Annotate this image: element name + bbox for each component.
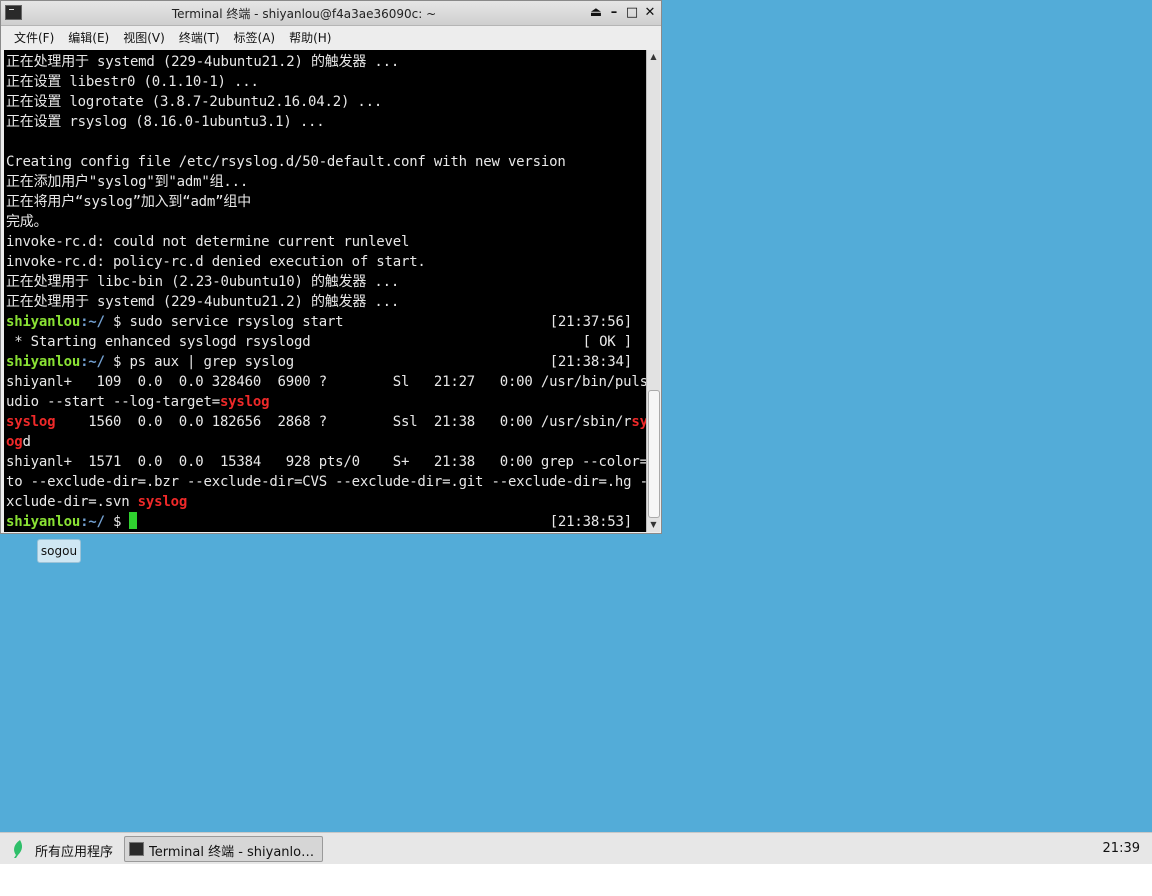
text-cursor — [129, 512, 138, 529]
prompt-dollar: $ — [104, 354, 130, 370]
taskbar-terminal-button[interactable]: Terminal 终端 - shiyanlou@f4a3ae36090c: ~ — [124, 836, 323, 862]
grep-match: syslog — [6, 414, 56, 430]
menu-terminal[interactable]: 终端(T) — [172, 29, 227, 46]
terminal-output[interactable]: 正在处理用于 systemd (229-4ubuntu21.2) 的触发器 ..… — [4, 50, 646, 532]
prompt-user: shiyanlou — [6, 354, 81, 370]
prompt-user: shiyanlou — [6, 314, 81, 330]
output-text: d — [22, 434, 31, 450]
taskbar: 所有应用程序 Terminal 终端 - shiyanlou@f4a3ae360… — [0, 832, 1152, 864]
terminal-line: udio --start --log-target=syslog — [6, 392, 270, 412]
leaf-icon[interactable] — [9, 839, 25, 859]
terminal-line: * Starting enhanced syslogd rsyslogd [ OK… — [6, 332, 640, 352]
terminal-line: invoke-rc.d: policy-rc.d denied executio… — [6, 254, 426, 270]
prompt-path: ~/ — [88, 314, 105, 330]
grep-match: syslog — [137, 494, 188, 510]
terminal-line: 正在设置 libestr0 (0.1.10-1) ... — [6, 74, 259, 90]
terminal-app-icon — [129, 842, 144, 856]
window-title: Terminal 终端 - shiyanlou@f4a3ae36090c: ~ — [171, 7, 437, 21]
prompt-dollar: $ — [104, 314, 130, 330]
terminal-line: 完成。 — [6, 214, 48, 230]
terminal-line: to --exclude-dir=.bzr --exclude-dir=CVS … — [6, 474, 646, 490]
prompt-timestamp: [21:38:53] — [549, 514, 632, 530]
terminal-line: Creating config file /etc/rsyslog.d/50-d… — [6, 154, 566, 170]
clock[interactable]: 21:39 — [1103, 841, 1140, 856]
terminal-line: syslog 1560 0.0 0.0 182656 2868 ? Ssl 21… — [6, 412, 646, 432]
terminal-line: 正在设置 logrotate (3.8.7-2ubuntu2.16.04.2) … — [6, 94, 383, 110]
output-text: 1560 0.0 0.0 182656 2868 ? Ssl 21:38 0:0… — [55, 414, 632, 430]
scroll-up-icon[interactable]: ▲ — [647, 50, 660, 64]
menu-tabs[interactable]: 标签(A) — [227, 29, 283, 46]
prompt-line: shiyanlou:~/ $ ps aux | grep syslog [21:3… — [6, 352, 640, 372]
applications-menu-button[interactable]: 所有应用程序 — [35, 841, 113, 860]
grep-match: og — [6, 434, 23, 450]
prompt-path: ~/ — [88, 514, 105, 530]
terminal-line: shiyanl+ 109 0.0 0.0 328460 6900 ? Sl 21… — [6, 374, 646, 390]
maximize-icon[interactable]: □ — [625, 4, 639, 22]
title-bar[interactable]: Terminal 终端 - shiyanlou@f4a3ae36090c: ~ … — [1, 1, 661, 26]
prompt-timestamp: [21:37:56] — [549, 314, 632, 330]
terminal-line: 正在处理用于 systemd (229-4ubuntu21.2) 的触发器 ..… — [6, 54, 400, 70]
screen-bottom-area — [0, 864, 1152, 896]
window-controls: ⏏ – □ ✕ — [589, 4, 657, 22]
menu-help[interactable]: 帮助(H) — [282, 29, 338, 46]
menu-view[interactable]: 视图(V) — [116, 29, 172, 46]
prompt-dollar: $ — [104, 514, 130, 530]
command-text: ps aux | grep syslog — [129, 354, 295, 370]
prompt-user: shiyanlou — [6, 514, 81, 530]
prompt-line: shiyanlou:~/ $ sudo service rsyslog star… — [6, 312, 640, 332]
terminal-line: 正在处理用于 systemd (229-4ubuntu21.2) 的触发器 ..… — [6, 294, 400, 310]
terminal-line: 正在处理用于 libc-bin (2.23-0ubuntu10) 的触发器 ..… — [6, 274, 400, 290]
terminal-line: xclude-dir=.svn syslog — [6, 492, 187, 512]
close-icon[interactable]: ✕ — [643, 4, 657, 22]
grep-match: sysl — [631, 414, 646, 430]
terminal-line: shiyanl+ 1571 0.0 0.0 15384 928 pts/0 S+… — [6, 454, 646, 470]
prompt-timestamp: [21:38:34] — [549, 354, 632, 370]
taskbar-terminal-label: Terminal 终端 - shiyanlou@f4a3ae36090c: ~ — [149, 845, 319, 860]
scrollbar-thumb[interactable] — [648, 390, 660, 518]
minimize-icon[interactable]: – — [607, 4, 621, 22]
shade-icon[interactable]: ⏏ — [589, 4, 603, 22]
terminal-line: ogd — [6, 432, 31, 452]
terminal-line: 正在将用户“syslog”加入到“adm”组中 — [6, 194, 251, 210]
menu-edit[interactable]: 编辑(E) — [61, 29, 116, 46]
vertical-scrollbar[interactable]: ▲ ▼ — [646, 50, 660, 532]
terminal-window: Terminal 终端 - shiyanlou@f4a3ae36090c: ~ … — [0, 0, 662, 534]
grep-match: syslog — [219, 394, 270, 410]
service-status: [ OK ] — [582, 334, 633, 350]
menu-bar: 文件(F) 编辑(E) 视图(V) 终端(T) 标签(A) 帮助(H) — [1, 26, 661, 48]
terminal-line: invoke-rc.d: could not determine current… — [6, 234, 410, 250]
command-text: sudo service rsyslog start — [129, 314, 344, 330]
terminal-line: 正在添加用户"syslog"到"adm"组... — [6, 174, 249, 190]
terminal-app-icon[interactable] — [5, 5, 22, 20]
service-output: * Starting enhanced syslogd rsyslogd — [6, 334, 311, 350]
terminal-line: 正在设置 rsyslog (8.16.0-1ubuntu3.1) ... — [6, 114, 325, 130]
prompt-line: shiyanlou:~/ $ [21:38:53] — [6, 512, 640, 532]
prompt-path: ~/ — [88, 354, 105, 370]
output-text: udio --start --log-target= — [6, 394, 220, 410]
scroll-down-icon[interactable]: ▼ — [647, 518, 660, 532]
ime-tooltip: sogou — [37, 539, 81, 563]
menu-file[interactable]: 文件(F) — [7, 29, 61, 46]
output-text: xclude-dir=.svn — [6, 494, 138, 510]
